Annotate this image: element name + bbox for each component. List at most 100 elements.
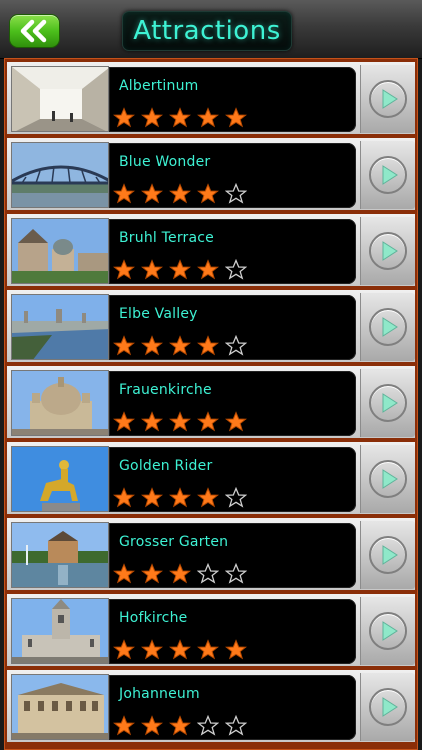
attraction-thumbnail[interactable] xyxy=(11,218,109,284)
attraction-thumbnail[interactable] xyxy=(11,522,109,588)
rating-stars xyxy=(113,335,247,361)
star-filled-icon xyxy=(169,715,191,736)
list-item[interactable]: Hofkirche xyxy=(7,594,415,666)
star-filled-icon xyxy=(141,487,163,508)
attraction-name: Albertinum xyxy=(119,78,199,94)
open-attraction-button[interactable] xyxy=(360,445,415,513)
attraction-name: Blue Wonder xyxy=(119,154,211,170)
attraction-name: Johanneum xyxy=(119,686,200,702)
attraction-card[interactable]: Hofkirche xyxy=(109,599,356,664)
star-filled-icon xyxy=(141,183,163,204)
photo-image xyxy=(12,67,108,131)
photo-image xyxy=(12,675,108,739)
star-filled-icon xyxy=(141,563,163,584)
attraction-name: Grosser Garten xyxy=(119,534,229,550)
list-item[interactable]: Grosser Garten xyxy=(7,518,415,590)
attraction-card[interactable]: Frauenkirche xyxy=(109,371,356,436)
attraction-card[interactable]: Bruhl Terrace xyxy=(109,219,356,284)
attraction-name: Elbe Valley xyxy=(119,306,198,322)
list-item[interactable]: Bruhl Terrace xyxy=(7,214,415,286)
rating-stars xyxy=(113,715,247,741)
attraction-name: Bruhl Terrace xyxy=(119,230,214,246)
play-arrow-icon xyxy=(382,469,398,489)
star-filled-icon xyxy=(113,411,135,432)
page-title: Attractions xyxy=(133,16,281,46)
attraction-thumbnail[interactable] xyxy=(11,446,109,512)
attraction-card[interactable]: Albertinum xyxy=(109,67,356,132)
play-arrow-icon xyxy=(382,165,398,185)
photo-image xyxy=(12,219,108,283)
attraction-thumbnail[interactable] xyxy=(11,598,109,664)
arrow-circle xyxy=(369,232,407,270)
photo-image xyxy=(12,523,108,587)
attractions-list[interactable]: Albertinum Blue Wonder Bruhl Terrace Elb… xyxy=(4,58,418,750)
play-arrow-icon xyxy=(382,317,398,337)
star-filled-icon xyxy=(169,563,191,584)
star-filled-icon xyxy=(197,487,219,508)
list-item[interactable]: Blue Wonder xyxy=(7,138,415,210)
arrow-circle xyxy=(369,688,407,726)
arrow-circle xyxy=(369,156,407,194)
photo-image xyxy=(12,371,108,435)
attraction-thumbnail[interactable] xyxy=(11,142,109,208)
photo-image xyxy=(12,143,108,207)
open-attraction-button[interactable] xyxy=(360,673,415,741)
star-filled-icon xyxy=(113,563,135,584)
star-filled-icon xyxy=(225,411,247,432)
star-filled-icon xyxy=(141,639,163,660)
open-attraction-button[interactable] xyxy=(360,293,415,361)
attraction-thumbnail[interactable] xyxy=(11,674,109,740)
play-arrow-icon xyxy=(382,545,398,565)
rating-stars xyxy=(113,259,247,285)
back-button[interactable] xyxy=(9,14,60,48)
play-arrow-icon xyxy=(382,241,398,261)
list-item[interactable]: Elbe Valley xyxy=(7,290,415,362)
list-item[interactable]: Albertinum xyxy=(7,62,415,134)
open-attraction-button[interactable] xyxy=(360,369,415,437)
double-chevron-left-icon xyxy=(20,19,47,43)
play-arrow-icon xyxy=(382,393,398,413)
star-filled-icon xyxy=(169,183,191,204)
open-attraction-button[interactable] xyxy=(360,521,415,589)
attraction-thumbnail[interactable] xyxy=(11,294,109,360)
attraction-name: Hofkirche xyxy=(119,610,188,626)
open-attraction-button[interactable] xyxy=(360,65,415,133)
star-filled-icon xyxy=(113,487,135,508)
star-filled-icon xyxy=(225,107,247,128)
list-item[interactable]: Johanneum xyxy=(7,670,415,742)
star-empty-icon xyxy=(197,715,219,736)
attraction-card[interactable]: Johanneum xyxy=(109,675,356,740)
top-bar: Attractions xyxy=(0,0,422,59)
open-attraction-button[interactable] xyxy=(360,597,415,665)
star-filled-icon xyxy=(169,259,191,280)
star-filled-icon xyxy=(197,335,219,356)
attraction-card[interactable]: Blue Wonder xyxy=(109,143,356,208)
star-filled-icon xyxy=(141,411,163,432)
attraction-name: Golden Rider xyxy=(119,458,213,474)
list-item[interactable]: Golden Rider xyxy=(7,442,415,514)
star-filled-icon xyxy=(169,335,191,356)
attraction-thumbnail[interactable] xyxy=(11,66,109,132)
open-attraction-button[interactable] xyxy=(360,217,415,285)
play-arrow-icon xyxy=(382,89,398,109)
photo-image xyxy=(12,447,108,511)
rating-stars xyxy=(113,183,247,209)
arrow-circle xyxy=(369,80,407,118)
star-filled-icon xyxy=(141,715,163,736)
rating-stars xyxy=(113,411,247,437)
arrow-circle xyxy=(369,460,407,498)
rating-stars xyxy=(113,639,247,665)
attraction-card[interactable]: Grosser Garten xyxy=(109,523,356,588)
attraction-card[interactable]: Golden Rider xyxy=(109,447,356,512)
list-item[interactable]: Frauenkirche xyxy=(7,366,415,438)
attraction-card[interactable]: Elbe Valley xyxy=(109,295,356,360)
play-arrow-icon xyxy=(382,697,398,717)
star-filled-icon xyxy=(141,107,163,128)
open-attraction-button[interactable] xyxy=(360,141,415,209)
attraction-thumbnail[interactable] xyxy=(11,370,109,436)
star-filled-icon xyxy=(113,715,135,736)
rating-stars xyxy=(113,107,247,133)
star-filled-icon xyxy=(141,259,163,280)
photo-image xyxy=(12,599,108,663)
star-empty-icon xyxy=(197,563,219,584)
